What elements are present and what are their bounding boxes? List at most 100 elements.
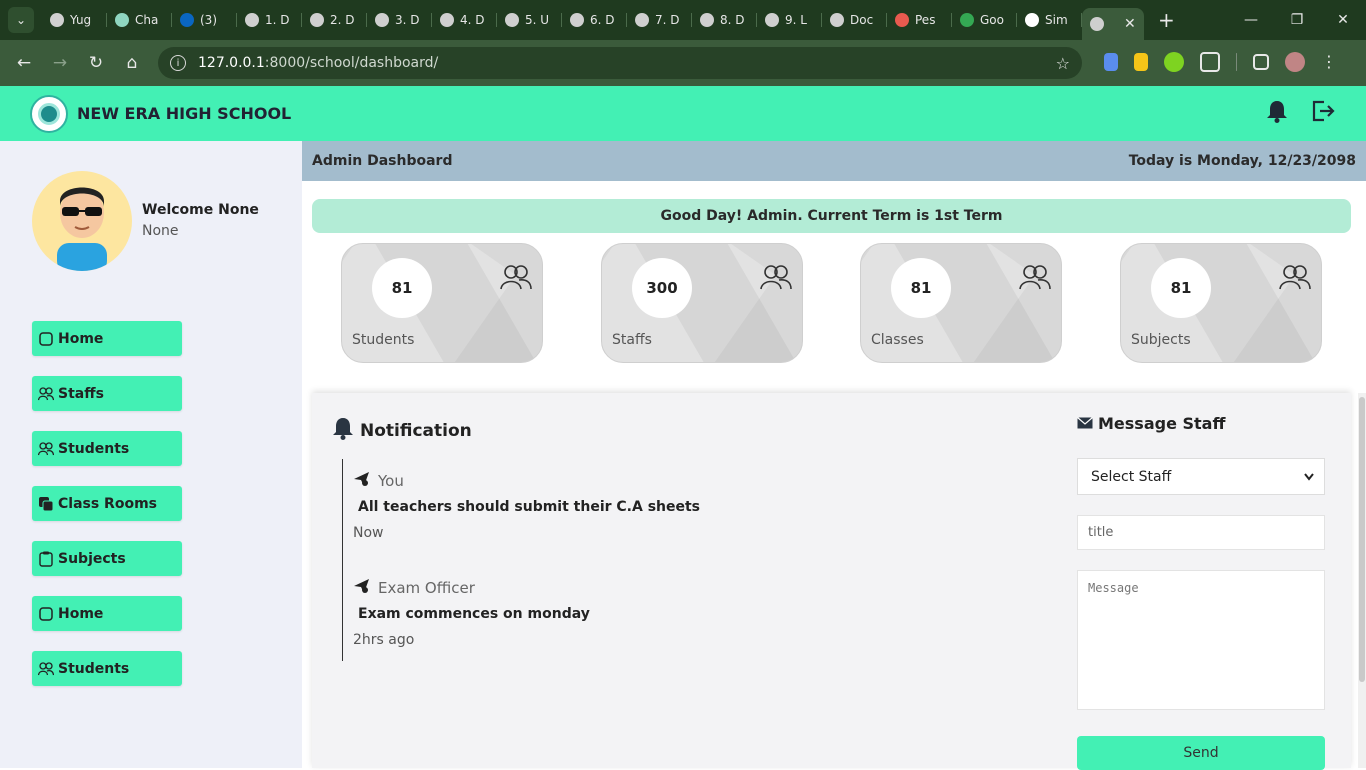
tab-label: Pes	[915, 13, 936, 27]
envelope-icon	[1077, 414, 1093, 433]
close-tab-icon[interactable]: ✕	[1124, 16, 1136, 32]
extensions-area: ⋮	[1100, 52, 1337, 72]
tab-strip: Yug Cha (3) 1. D 2. D 3. D 4. D 5. U 6. D 7. D 8. …	[42, 0, 1144, 40]
browser-tab[interactable]: 8. D	[692, 4, 757, 36]
staff-select-value: Select Staff	[1091, 468, 1172, 485]
extensions-puzzle-icon[interactable]	[1200, 52, 1220, 72]
stat-label: Subjects	[1131, 332, 1191, 348]
sidebar-item-home[interactable]: Home	[32, 321, 182, 356]
sender-name: You	[378, 472, 404, 490]
address-bar[interactable]: i 127.0.0.1:8000/school/dashboard/ ☆	[158, 47, 1082, 79]
scrollbar-thumb[interactable]	[1359, 397, 1365, 682]
title-input[interactable]: title	[1077, 515, 1325, 550]
message-staff-title: Message Staff	[1098, 414, 1226, 433]
school-logo	[30, 94, 68, 133]
tab-label: 2. D	[330, 13, 355, 27]
welcome-text: Welcome None	[142, 202, 259, 218]
back-button[interactable]: ←	[6, 53, 42, 73]
tab-label: (3)	[200, 13, 217, 27]
tab-favicon-icon	[375, 13, 389, 27]
browser-tab[interactable]: Sim	[1017, 4, 1082, 36]
site-info-icon[interactable]: i	[170, 55, 186, 71]
close-window-button[interactable]: ✕	[1320, 12, 1366, 28]
browser-tab[interactable]: (3)	[172, 4, 237, 36]
notification-title: Notification	[360, 420, 472, 441]
bell-icon[interactable]	[1266, 99, 1288, 127]
docs-extension-icon[interactable]	[1104, 53, 1118, 71]
browser-tab[interactable]: 6. D	[562, 4, 627, 36]
browser-tab[interactable]: 1. D	[237, 4, 302, 36]
sidebar-item-subjects[interactable]: Subjects	[32, 541, 182, 576]
browser-tab[interactable]: 5. U	[497, 4, 562, 36]
sidebar-item-label: Class Rooms	[58, 495, 157, 512]
tab-label: Cha	[135, 13, 159, 27]
home-button[interactable]: ⌂	[114, 53, 150, 73]
staff-select[interactable]: Select Staff	[1077, 458, 1325, 495]
tab-favicon-icon	[700, 13, 714, 27]
stat-value: 81	[891, 258, 951, 318]
message-staff-heading: Message Staff	[1077, 414, 1225, 433]
chevron-down-icon	[1304, 469, 1314, 485]
forward-button[interactable]: →	[42, 53, 78, 73]
browser-tab[interactable]: Pes	[887, 4, 952, 36]
sidebar-item-staffs[interactable]: Staffs	[32, 376, 182, 411]
browser-tab[interactable]: 7. D	[627, 4, 692, 36]
user-role-text: None	[142, 223, 179, 239]
browser-tab[interactable]: 9. L	[757, 4, 822, 36]
restore-button[interactable]: ❐	[1274, 12, 1320, 28]
browser-tab[interactable]: Doc	[822, 4, 887, 36]
browser-tab[interactable]: 2. D	[302, 4, 367, 36]
sidebar: Welcome None None Home Staffs Students C…	[0, 141, 302, 768]
people-icon	[500, 264, 532, 294]
logout-icon[interactable]	[1310, 99, 1336, 127]
stat-label: Students	[352, 332, 415, 348]
browser-tab[interactable]: Cha	[107, 4, 172, 36]
sidebar-item-label: Subjects	[58, 550, 126, 567]
stat-card-classes[interactable]: 81 Classes	[860, 243, 1062, 363]
bookmark-star-icon[interactable]: ☆	[1056, 54, 1070, 73]
browser-tab-bar: ⌄ Yug Cha (3) 1. D 2. D 3. D 4. D 5. U 6. D 7. D 8…	[0, 0, 1366, 40]
tab-favicon-icon	[505, 13, 519, 27]
stat-card-subjects[interactable]: 81 Subjects	[1120, 243, 1322, 363]
timeline-line	[342, 459, 343, 661]
browser-tab[interactable]: 3. D	[367, 4, 432, 36]
reload-button[interactable]: ↻	[78, 53, 114, 73]
toolbar-divider	[1236, 53, 1237, 71]
clipboard-icon	[38, 551, 54, 567]
people-icon	[1279, 264, 1311, 294]
profile-avatar[interactable]	[1285, 52, 1305, 72]
stat-card-staffs[interactable]: 300 Staffs	[601, 243, 803, 363]
side-panel-icon[interactable]	[1253, 54, 1269, 70]
tab-label: Doc	[850, 13, 874, 27]
browser-tab[interactable]: 4. D	[432, 4, 497, 36]
send-button[interactable]: Send	[1077, 736, 1325, 770]
notification-sender: Exam Officer	[353, 578, 475, 598]
tab-favicon-icon	[1025, 13, 1039, 27]
dashboard-title-bar: Admin Dashboard Today is Monday, 12/23/2…	[302, 141, 1366, 181]
browser-tab[interactable]: Yug	[42, 4, 107, 36]
tab-favicon-icon	[115, 13, 129, 27]
people-icon	[38, 661, 54, 677]
sender-name: Exam Officer	[378, 579, 475, 597]
browser-menu-icon[interactable]: ⋮	[1321, 52, 1337, 72]
browser-tab[interactable]: Goo	[952, 4, 1017, 36]
tab-label: Sim	[1045, 13, 1068, 27]
sidebar-item-students-2[interactable]: Students	[32, 651, 182, 686]
message-textarea[interactable]: Message	[1077, 570, 1325, 710]
new-tab-button[interactable]: +	[1158, 8, 1175, 32]
notes-extension-icon[interactable]	[1134, 53, 1148, 71]
tab-label: 4. D	[460, 13, 485, 27]
grammar-extension-icon[interactable]	[1164, 52, 1184, 72]
sidebar-item-label: Home	[58, 330, 104, 347]
tab-favicon-icon	[635, 13, 649, 27]
tab-label: 5. U	[525, 13, 550, 27]
tab-search-button[interactable]: ⌄	[8, 7, 34, 33]
sidebar-item-home-2[interactable]: Home	[32, 596, 182, 631]
browser-tab-active[interactable]: ✕	[1082, 8, 1144, 40]
minimize-button[interactable]: —	[1228, 12, 1274, 28]
stat-card-students[interactable]: 81 Students	[341, 243, 543, 363]
sidebar-item-students[interactable]: Students	[32, 431, 182, 466]
tab-favicon-icon	[960, 13, 974, 27]
tab-label: 6. D	[590, 13, 615, 27]
sidebar-item-class-rooms[interactable]: Class Rooms	[32, 486, 182, 521]
